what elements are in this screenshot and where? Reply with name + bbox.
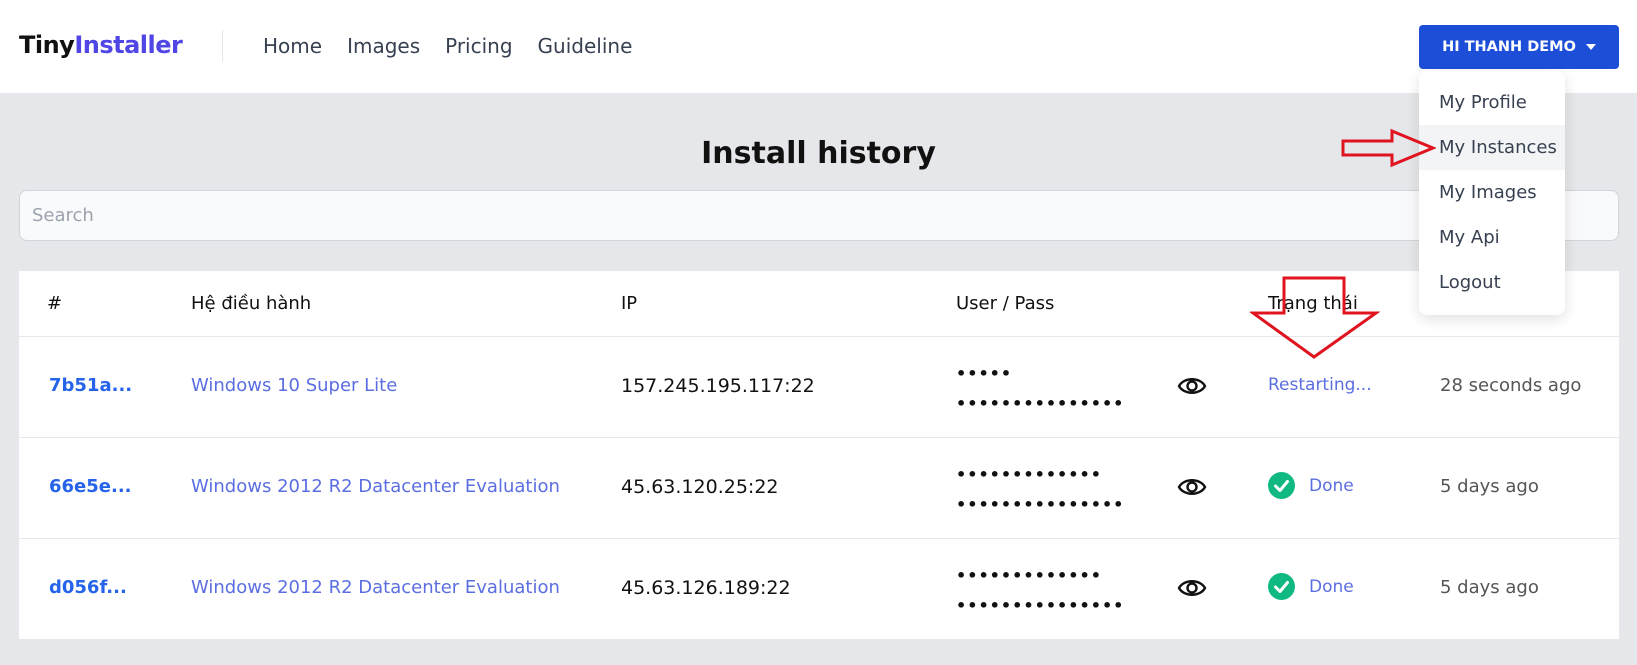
nav-pricing-link[interactable]: Pricing (445, 34, 512, 58)
timestamp: 5 days ago (1440, 577, 1539, 598)
instance-id-link[interactable]: 66e5e... (49, 476, 132, 497)
credentials: ••••••••••••• ••••••••••••••• (956, 460, 1124, 520)
brand-logo[interactable]: TinyInstaller (19, 31, 183, 59)
brand-name-part2: Installer (74, 31, 183, 59)
os-name-link[interactable]: Windows 2012 R2 Datacenter Evaluation (191, 577, 560, 598)
eye-icon[interactable] (1177, 374, 1207, 398)
nav-guideline-link[interactable]: Guideline (538, 34, 633, 58)
main-nav: Home Images Pricing Guideline (263, 34, 632, 58)
table-row: 66e5e... Windows 2012 R2 Datacenter Eval… (19, 438, 1619, 539)
ip-address: 157.245.195.117:22 (621, 375, 815, 397)
password-masked: ••••••••••••••• (956, 596, 1125, 615)
username-masked: ••••••••••••• (956, 465, 1102, 484)
eye-icon[interactable] (1177, 576, 1207, 600)
brand-name-part1: Tiny (19, 31, 75, 59)
status-label: Done (1309, 576, 1354, 597)
table-row: d056f... Windows 2012 R2 Datacenter Eval… (19, 539, 1619, 640)
menu-item-logout[interactable]: Logout (1419, 260, 1565, 305)
user-dropdown-menu: My Profile My Instances My Images My Api… (1419, 71, 1565, 315)
table-row: 7b51a... Windows 10 Super Lite 157.245.1… (19, 337, 1619, 438)
header-id: # (47, 293, 63, 314)
menu-item-my-api[interactable]: My Api (1419, 215, 1565, 260)
user-menu-button[interactable]: HI THANH DEMO (1419, 25, 1619, 69)
nav-divider (222, 30, 223, 62)
top-navbar: TinyInstaller Home Images Pricing Guidel… (0, 0, 1637, 93)
user-menu-label: HI THANH DEMO (1442, 39, 1576, 55)
os-name-link[interactable]: Windows 2012 R2 Datacenter Evaluation (191, 476, 560, 497)
status-restarting: Restarting... (1268, 375, 1372, 395)
username-masked: ••••• (956, 364, 1013, 383)
status-done: Done (1268, 472, 1354, 499)
timestamp: 28 seconds ago (1440, 375, 1582, 396)
password-masked: ••••••••••••••• (956, 394, 1125, 413)
header-ip: IP (621, 293, 638, 314)
nav-home-link[interactable]: Home (263, 34, 322, 58)
check-circle-icon (1268, 573, 1295, 600)
instance-id-link[interactable]: 7b51a... (49, 375, 132, 396)
table-header: # Hệ điều hành IP User / Pass Trạng thái (19, 271, 1619, 337)
credentials: ••••••••••••• ••••••••••••••• (956, 561, 1124, 621)
timestamp: 5 days ago (1440, 476, 1539, 497)
menu-item-my-instances[interactable]: My Instances (1419, 125, 1565, 170)
nav-images-link[interactable]: Images (347, 34, 420, 58)
instance-id-link[interactable]: d056f... (49, 577, 127, 598)
ip-address: 45.63.120.25:22 (621, 476, 779, 498)
check-circle-icon (1268, 472, 1295, 499)
menu-item-my-images[interactable]: My Images (1419, 170, 1565, 215)
credentials: ••••• ••••••••••••••• (956, 359, 1124, 419)
os-name-link[interactable]: Windows 10 Super Lite (191, 375, 397, 396)
status-done: Done (1268, 573, 1354, 600)
menu-item-my-profile[interactable]: My Profile (1419, 80, 1565, 125)
caret-down-icon (1585, 44, 1596, 50)
status-label: Restarting... (1268, 375, 1372, 395)
header-os: Hệ điều hành (191, 293, 312, 314)
search-input[interactable] (19, 190, 1619, 241)
eye-icon[interactable] (1177, 475, 1207, 499)
username-masked: ••••••••••••• (956, 566, 1102, 585)
install-history-table: # Hệ điều hành IP User / Pass Trạng thái… (19, 271, 1619, 639)
ip-address: 45.63.126.189:22 (621, 577, 791, 599)
page-title: Install history (701, 136, 936, 171)
password-masked: ••••••••••••••• (956, 495, 1125, 514)
status-label: Done (1309, 475, 1354, 496)
header-user-pass: User / Pass (956, 293, 1055, 314)
header-status: Trạng thái (1268, 293, 1358, 314)
